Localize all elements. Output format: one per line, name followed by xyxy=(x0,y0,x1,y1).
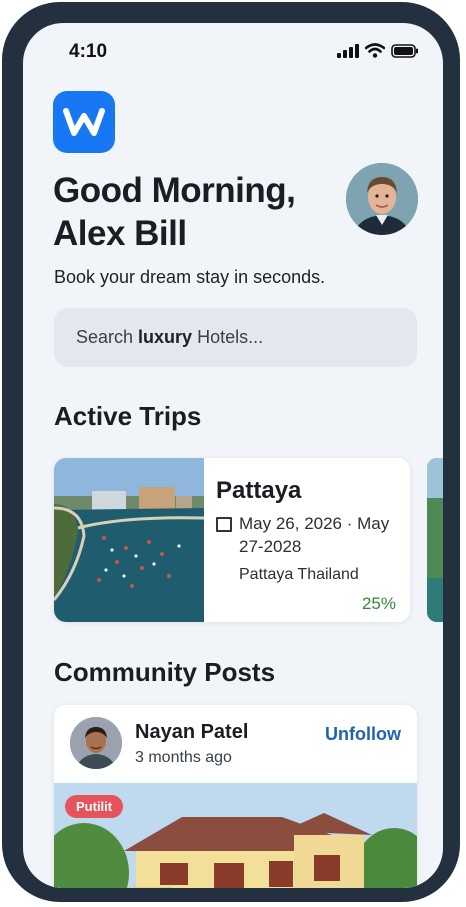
battery-icon xyxy=(391,43,418,58)
post-badge: Putilit xyxy=(65,795,124,818)
phone-frame: 4:10 Good Morning, Alex Bill Book your d… xyxy=(2,2,460,902)
signal-icon xyxy=(337,43,359,58)
active-trips-heading: Active Trips xyxy=(54,401,202,431)
trip-image xyxy=(54,458,204,622)
trip-dates: May 26, 2026 · May 27-2028 xyxy=(239,514,390,556)
unfollow-button[interactable]: Unfollow xyxy=(325,724,401,745)
status-icons xyxy=(337,43,419,58)
search-placeholder-bold: luxury xyxy=(138,327,193,347)
greeting-user-name: Alex Bill xyxy=(53,214,187,253)
calendar-icon xyxy=(216,517,232,532)
greeting-heading: Good Morning, Alex Bill xyxy=(53,169,333,255)
app-screen: 4:10 Good Morning, Alex Bill Book your d… xyxy=(23,23,443,888)
post-author-avatar-image xyxy=(70,717,122,769)
search-placeholder-prefix: Search xyxy=(76,327,139,347)
app-logo xyxy=(53,91,115,153)
status-time: 4:10 xyxy=(69,41,108,62)
trip-progress: 25% xyxy=(361,594,396,613)
search-input[interactable]: Search luxury Hotels... xyxy=(54,308,417,367)
post-author-name: Nayan Patel xyxy=(135,721,249,743)
greeting-line-1: Good Morning, xyxy=(53,171,296,210)
user-avatar-image xyxy=(346,163,418,235)
post-card[interactable]: Nayan Patel 3 months ago Unfollow Putili… xyxy=(54,705,417,888)
trip-title: Pattaya xyxy=(216,477,302,504)
next-trip-image xyxy=(427,458,443,622)
wifi-icon xyxy=(365,43,385,58)
tagline: Book your dream stay in seconds. xyxy=(54,267,326,287)
post-time: 3 months ago xyxy=(135,749,232,766)
post-author-avatar[interactable] xyxy=(70,717,122,769)
trip-location: Pattaya Thailand xyxy=(239,566,359,583)
next-trip-card-peek[interactable] xyxy=(427,458,443,622)
trip-card[interactable]: Pattaya May 26, 2026 · May 27-2028 Patta… xyxy=(54,458,410,622)
community-posts-heading: Community Posts xyxy=(54,657,276,687)
w-logo-icon xyxy=(63,108,105,136)
user-avatar[interactable] xyxy=(346,163,418,235)
search-placeholder-suffix: Hotels... xyxy=(192,327,264,347)
